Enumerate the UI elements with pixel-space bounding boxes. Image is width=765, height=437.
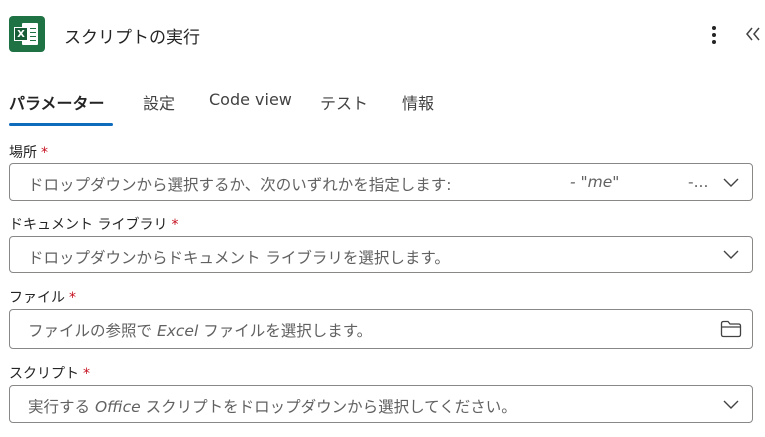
document-library-dropdown[interactable]: ドロップダウンからドキュメント ライブラリを選択します。 <box>9 236 753 273</box>
location-placeholder-option: - "me" <box>570 173 620 191</box>
file-placeholder: ファイルの参照で Excel ファイルを選択します。 <box>28 322 373 340</box>
chevron-down-icon <box>723 250 739 259</box>
tab-bar: パラメーター 設定 Code view テスト 情報 <box>0 86 765 128</box>
folder-icon[interactable] <box>720 320 742 338</box>
document-library-label: ドキュメント ライブラリ * <box>9 217 179 233</box>
file-picker[interactable]: ファイルの参照で Excel ファイルを選択します。 <box>9 309 753 349</box>
action-title: スクリプトの実行 <box>64 28 200 48</box>
document-library-placeholder: ドロップダウンからドキュメント ライブラリを選択します。 <box>28 249 450 267</box>
active-tab-indicator <box>9 123 113 126</box>
required-marker: * <box>69 290 76 306</box>
location-placeholder: ドロップダウンから選択するか、次のいずれかを指定します: <box>28 176 452 194</box>
tab-parameters[interactable]: パラメーター <box>9 90 105 114</box>
required-marker: * <box>41 145 48 161</box>
tab-settings[interactable]: 設定 <box>143 90 175 114</box>
tab-about[interactable]: 情報 <box>402 90 434 114</box>
file-label: ファイル * <box>9 290 76 306</box>
location-dropdown[interactable]: ドロップダウンから選択するか、次のいずれかを指定します: - "me" -... <box>9 163 753 201</box>
location-label: 場所 * <box>9 145 48 161</box>
required-marker: * <box>171 217 179 233</box>
script-placeholder: 実行する Office スクリプトをドロップダウンから選択してください。 <box>28 398 517 416</box>
tab-test[interactable]: テスト <box>320 90 368 114</box>
panel-header: X スクリプトの実行 <box>0 0 765 70</box>
tab-code-view[interactable]: Code view <box>209 90 292 109</box>
script-dropdown[interactable]: 実行する Office スクリプトをドロップダウンから選択してください。 <box>9 385 753 423</box>
more-options-icon[interactable] <box>706 24 722 46</box>
chevron-down-icon <box>723 178 739 187</box>
excel-icon: X <box>9 16 45 52</box>
collapse-panel-icon[interactable] <box>744 23 762 45</box>
chevron-down-icon <box>723 400 739 409</box>
required-marker: * <box>83 366 90 382</box>
script-label: スクリプト * <box>9 366 90 382</box>
location-placeholder-more: -... <box>688 173 709 191</box>
